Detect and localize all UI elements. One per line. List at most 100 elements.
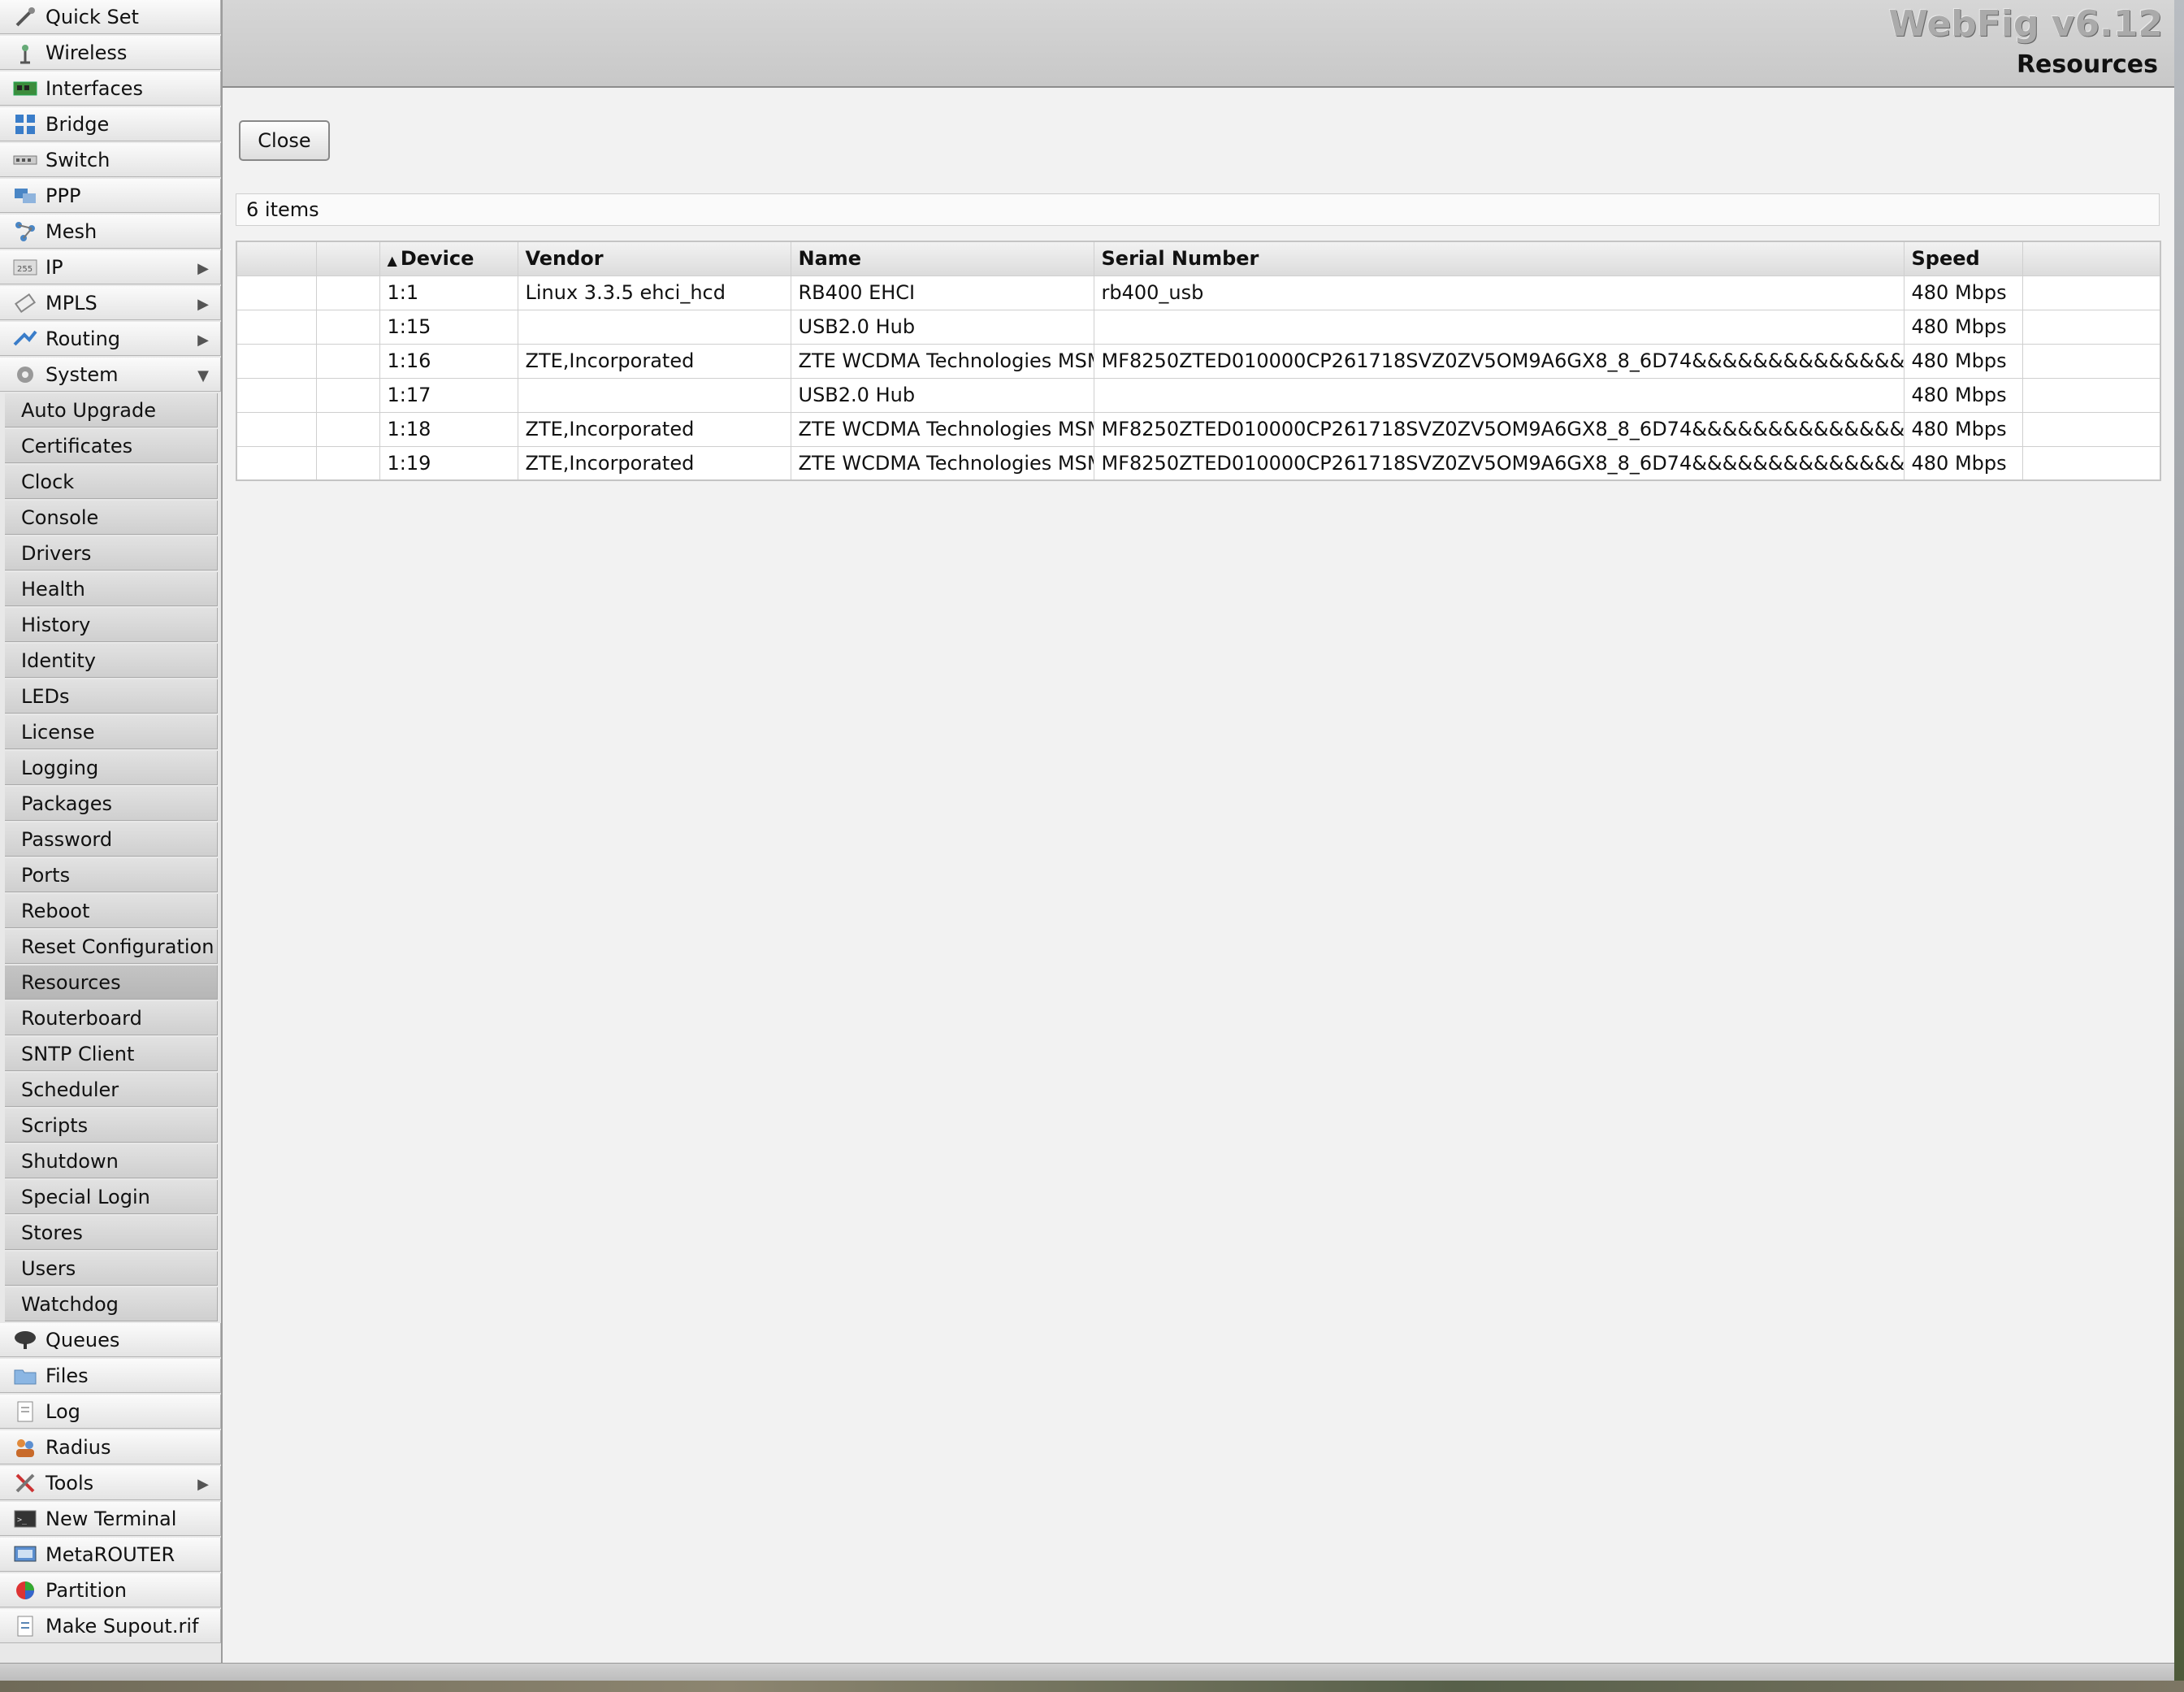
table-cell — [236, 309, 317, 345]
table-body: 1:1 Linux 3.3.5 ehci_hcd RB400 EHCI rb400_u… — [236, 275, 2161, 481]
sidebar-item-system[interactable]: System ▼ — [0, 358, 221, 392]
table-row[interactable]: 1:15 USB2.0 Hub 480 Mbps — [236, 309, 2161, 345]
column-header[interactable]: Name — [790, 241, 1094, 276]
sidebar-item-tools[interactable]: Tools ▶ — [0, 1466, 221, 1500]
sidebar-subitem-reset-configuration[interactable]: Reset Configuration — [5, 930, 218, 964]
sidebar-item-switch[interactable]: Switch — [0, 143, 221, 177]
sidebar-subitem-logging[interactable]: Logging — [5, 751, 218, 785]
sidebar-item-label: Wireless — [46, 41, 128, 64]
sidebar-item-metarouter[interactable]: MetaROUTER — [0, 1538, 221, 1572]
table-row[interactable]: 1:17 USB2.0 Hub 480 Mbps — [236, 377, 2161, 413]
svg-text:>_: >_ — [17, 1516, 28, 1525]
sidebar-subitem-scheduler[interactable]: Scheduler — [5, 1073, 218, 1107]
table-cell — [236, 445, 317, 481]
sidebar-subitem-scripts[interactable]: Scripts — [5, 1108, 218, 1143]
sidebar-subitem-auto-upgrade[interactable]: Auto Upgrade — [5, 393, 218, 427]
table-cell — [1093, 377, 1904, 413]
table-row[interactable]: 1:18 ZTE,Incorporated ZTE WCDMA Technologi… — [236, 411, 2161, 447]
table-cell: 1:16 — [379, 343, 518, 379]
sidebar-item-label: MPLS — [46, 291, 98, 315]
table-cell — [315, 343, 380, 379]
desktop-background-strip — [0, 1681, 2184, 1692]
sidebar-subitem-sntp-client[interactable]: SNTP Client — [5, 1037, 218, 1071]
sidebar-subitem-users[interactable]: Users — [5, 1252, 218, 1286]
sidebar-subitem-packages[interactable]: Packages — [5, 787, 218, 821]
queues-icon — [11, 1328, 39, 1352]
sidebar-item-label: Queues — [46, 1328, 120, 1351]
bridge-icon — [11, 112, 39, 137]
sidebar-subitem-console[interactable]: Console — [5, 501, 218, 535]
sidebar-subitem-identity[interactable]: Identity — [5, 644, 218, 678]
sidebar-item-quick-set[interactable]: Quick Set — [0, 0, 221, 34]
column-header[interactable] — [236, 241, 317, 276]
table-cell: Linux 3.3.5 ehci_hcd — [517, 275, 791, 310]
sidebar-item-bridge[interactable]: Bridge — [0, 107, 221, 141]
column-header[interactable]: Serial Number — [1093, 241, 1904, 276]
sidebar-item-new-terminal[interactable]: >_ New Terminal — [0, 1502, 221, 1536]
table-row[interactable]: 1:1 Linux 3.3.5 ehci_hcd RB400 EHCI rb400_u… — [236, 275, 2161, 310]
status-bar — [0, 1663, 2174, 1681]
sidebar-subitem-certificates[interactable]: Certificates — [5, 429, 218, 463]
metarouter-icon — [11, 1542, 39, 1567]
sidebar-subitem-history[interactable]: History — [5, 608, 218, 642]
table-cell — [315, 411, 380, 447]
column-header[interactable] — [315, 241, 380, 276]
column-header[interactable]: ▲ Device — [379, 241, 518, 276]
svg-text:255: 255 — [17, 265, 32, 274]
sidebar-subitem-clock[interactable]: Clock — [5, 465, 218, 499]
sidebar-subitem-special-login[interactable]: Special Login — [5, 1180, 218, 1214]
sidebar-item-make-supout-rif[interactable]: Make Supout.rif — [0, 1609, 221, 1643]
page-title: Resources — [2016, 50, 2158, 79]
sidebar-subitem-license[interactable]: License — [5, 715, 218, 749]
sidebar-item-ppp[interactable]: PPP — [0, 179, 221, 213]
table-cell — [2022, 275, 2161, 310]
column-header[interactable]: Vendor — [517, 241, 791, 276]
table-cell — [2022, 377, 2161, 413]
table-cell — [517, 377, 791, 413]
sidebar-subitem-watchdog[interactable]: Watchdog — [5, 1287, 218, 1321]
sidebar-item-label: Make Supout.rif — [46, 1614, 199, 1638]
sidebar-item-label: Bridge — [46, 112, 110, 136]
sidebar-subitem-reboot[interactable]: Reboot — [5, 894, 218, 928]
log-icon — [11, 1399, 39, 1424]
sidebar-subitem-drivers[interactable]: Drivers — [5, 536, 218, 571]
sidebar-item-mesh[interactable]: Mesh — [0, 215, 221, 249]
sidebar-subitem-shutdown[interactable]: Shutdown — [5, 1144, 218, 1178]
table-cell — [236, 343, 317, 379]
sidebar-item-wireless[interactable]: Wireless — [0, 36, 221, 70]
column-header[interactable]: Speed — [1903, 241, 2023, 276]
sidebar-subitem-ports[interactable]: Ports — [5, 858, 218, 892]
sidebar-item-partition[interactable]: Partition — [0, 1573, 221, 1607]
sidebar-item-radius[interactable]: Radius — [0, 1430, 221, 1464]
table-row[interactable]: 1:19 ZTE,Incorporated ZTE WCDMA Technologi… — [236, 445, 2161, 481]
sidebar-item-interfaces[interactable]: Interfaces — [0, 72, 221, 106]
sidebar-item-label: Radius — [46, 1435, 111, 1459]
close-button[interactable]: Close — [239, 120, 330, 161]
sidebar-subitem-password[interactable]: Password — [5, 822, 218, 857]
desktop-background — [2174, 0, 2184, 1681]
ppp-icon — [11, 184, 39, 208]
table-row[interactable]: 1:16 ZTE,Incorporated ZTE WCDMA Technologi… — [236, 343, 2161, 379]
sidebar-item-ip[interactable]: 255 IP ▶ — [0, 250, 221, 284]
sidebar-item-files[interactable]: Files — [0, 1359, 221, 1393]
sidebar-subitem-stores[interactable]: Stores — [5, 1216, 218, 1250]
table-cell: 480 Mbps — [1903, 275, 2023, 310]
sidebar-item-log[interactable]: Log — [0, 1395, 221, 1429]
terminal-icon: >_ — [11, 1507, 39, 1531]
sidebar-subitem-leds[interactable]: LEDs — [5, 679, 218, 714]
sidebar-item-routing[interactable]: Routing ▶ — [0, 322, 221, 356]
table-cell: 1:1 — [379, 275, 518, 310]
column-header[interactable] — [2022, 241, 2161, 276]
sidebar-subitem-health[interactable]: Health — [5, 572, 218, 606]
sidebar-subitem-resources[interactable]: Resources — [5, 965, 218, 1000]
sidebar-subitem-routerboard[interactable]: Routerboard — [5, 1001, 218, 1035]
table-cell — [2022, 309, 2161, 345]
sidebar-item-mpls[interactable]: MPLS ▶ — [0, 286, 221, 320]
sidebar-item-label: Log — [46, 1399, 80, 1423]
sidebar-item-queues[interactable]: Queues — [0, 1323, 221, 1357]
expand-arrow-down-icon: ▼ — [197, 367, 209, 384]
item-count: 6 items — [246, 198, 319, 221]
sidebar: Quick Set Wireless Interfaces Bridge Switch P… — [0, 0, 223, 1664]
sidebar-item-label: Mesh — [46, 219, 98, 243]
resources-table: ▲ Device Vendor Name Serial Number Speed 1:1 L… — [236, 241, 2161, 481]
